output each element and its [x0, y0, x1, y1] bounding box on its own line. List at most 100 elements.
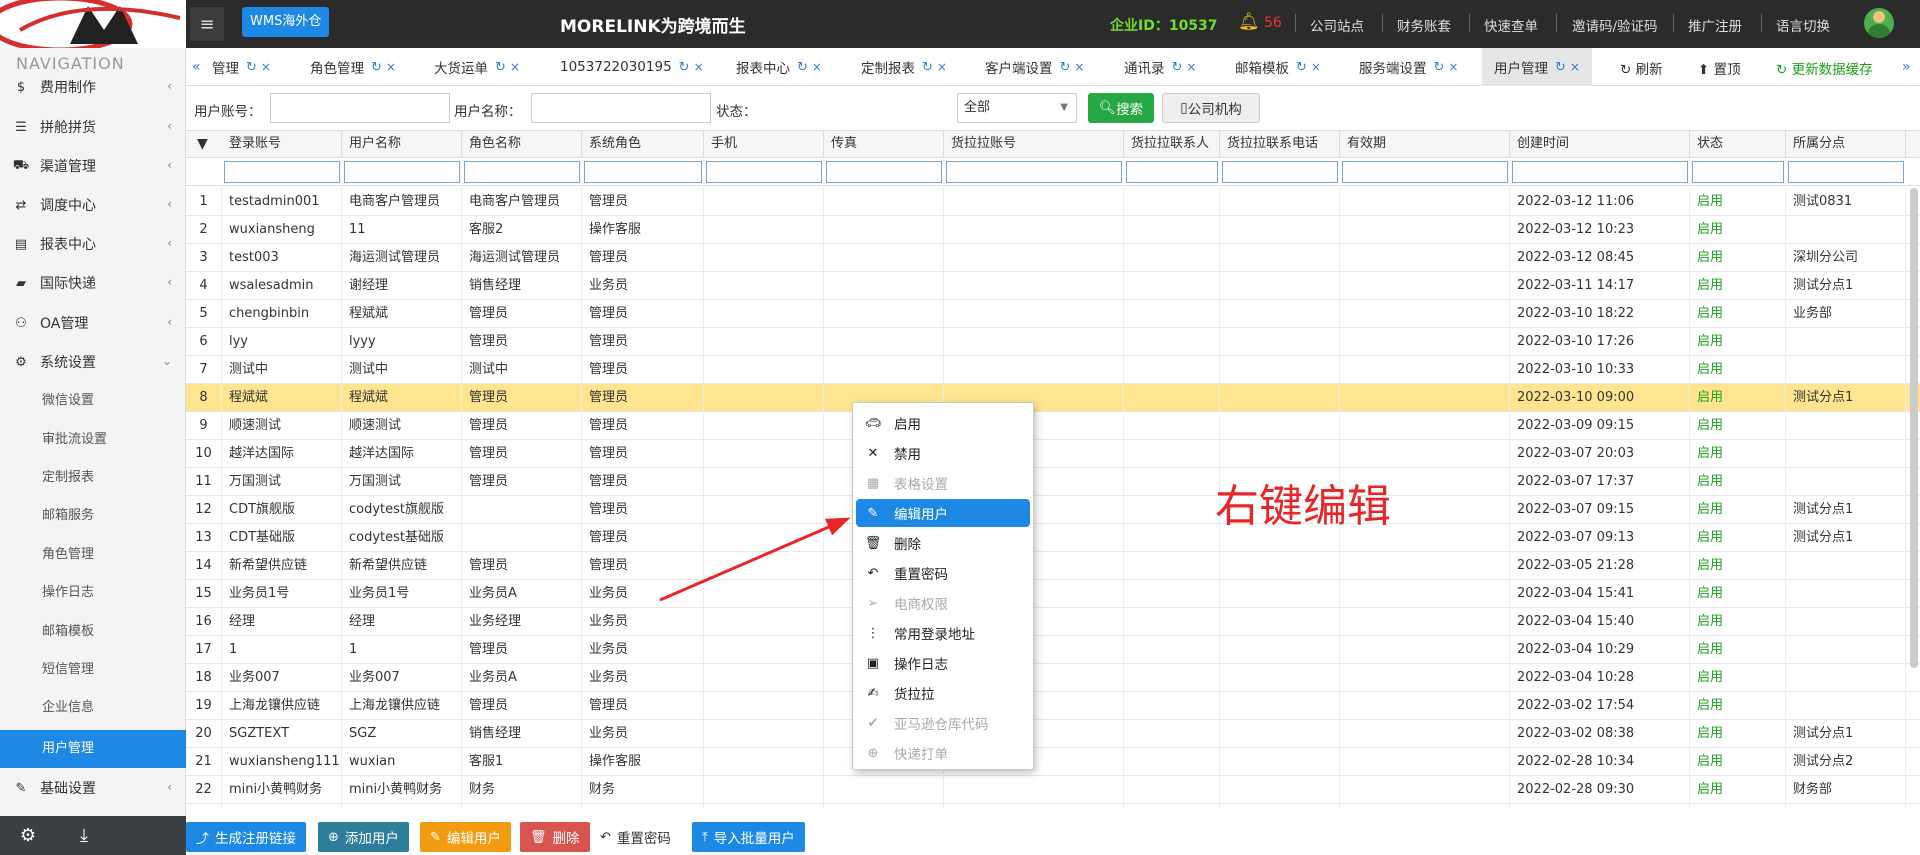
column-filter-input[interactable]: [1788, 161, 1904, 183]
refresh-icon[interactable]: ↻: [1060, 60, 1071, 75]
tab-client-settings[interactable]: 客户端设置 ↻ ×: [985, 48, 1084, 86]
sidebar-sub-sms[interactable]: 短信管理: [0, 651, 186, 689]
table-row[interactable]: 15 业务员1号 业务员1号 业务员A 业务员 2022-03-04 15:41 启用: [186, 580, 1920, 608]
close-icon[interactable]: ×: [1311, 60, 1321, 74]
context-menu-item[interactable]: ⋮ 常用登录地址: [856, 619, 1030, 647]
search-button[interactable]: 🔍︎ 搜索: [1088, 93, 1154, 123]
table-row[interactable]: 20 SGZTEXT SGZ 销售经理 业务员 2022-03-02 08:38 启用 测试分…: [186, 720, 1920, 748]
sidebar-item-fee[interactable]: $ 费用制作 ‹: [0, 76, 186, 106]
refresh-icon[interactable]: ↻: [1434, 60, 1445, 75]
column-header[interactable]: 有效期: [1340, 131, 1510, 159]
vertical-scrollbar[interactable]: [1910, 188, 1918, 668]
column-header[interactable]: 传真: [824, 131, 944, 159]
context-menu-item[interactable]: ✕ 禁用: [856, 439, 1030, 467]
column-filter-input[interactable]: [1512, 161, 1688, 183]
tab-manage[interactable]: 管理 ↻ ×: [212, 48, 271, 86]
table-row[interactable]: 5 chengbinbin 程斌斌 管理员 管理员 2022-03-10 18:22 启用业…: [186, 300, 1920, 328]
close-icon[interactable]: ×: [386, 60, 396, 74]
table-row[interactable]: 1 testadmin001 电商客户管理员 电商客户管理员 管理员 2022-03-12…: [186, 188, 1920, 216]
close-icon[interactable]: ×: [1074, 60, 1084, 74]
account-input[interactable]: [270, 93, 450, 123]
table-row[interactable]: 23mini小黄鸭客服mini小黄鸭客服客服操作客服2022-02-28 09:…: [186, 804, 1920, 808]
refresh-icon[interactable]: ↻: [246, 60, 257, 75]
table-row[interactable]: 7 测试中 测试中 测试中 管理员 2022-03-10 10:33 启用: [186, 356, 1920, 384]
action-button[interactable]: ⤴ 生成注册链接: [186, 822, 307, 852]
context-menu-item[interactable]: ▣ 操作日志: [856, 649, 1030, 677]
close-icon[interactable]: ×: [1570, 60, 1580, 74]
tab-scroll-right-icon[interactable]: »: [1902, 48, 1911, 86]
topmenu-promo[interactable]: 推广注册: [1688, 15, 1742, 35]
context-menu-item[interactable]: ✍ 货拉拉: [856, 679, 1030, 707]
table-row[interactable]: 22 mini小黄鸭财务 mini小黄鸭财务 财务 财务 2022-02-28 09:30…: [186, 776, 1920, 804]
sidebar-sub-wechat[interactable]: 微信设置: [0, 382, 186, 420]
column-header[interactable]: 登录账号: [222, 131, 342, 159]
column-header[interactable]: 货拉拉联系人: [1124, 131, 1220, 159]
avatar[interactable]: [1864, 8, 1894, 38]
sidebar-item-channel[interactable]: ⛟ 渠道管理 ‹: [0, 147, 186, 185]
tab-custom-report[interactable]: 定制报表 ↻ ×: [861, 48, 947, 86]
close-icon[interactable]: ×: [694, 60, 704, 74]
column-header[interactable]: 用户名称: [342, 131, 462, 159]
wms-tag-button[interactable]: WMS海外仓: [242, 7, 330, 37]
refresh-icon[interactable]: ↻: [371, 60, 382, 75]
sidebar-sub-custom-report[interactable]: 定制报表: [0, 459, 186, 497]
column-header[interactable]: 手机: [704, 131, 824, 159]
download-icon[interactable]: ⤓: [56, 816, 112, 855]
tab-roles[interactable]: 角色管理 ↻ ×: [310, 48, 396, 86]
bell-icon[interactable]: 🔔︎: [1238, 12, 1260, 32]
close-icon[interactable]: ×: [510, 60, 520, 74]
column-filter-input[interactable]: [464, 161, 580, 183]
tab-waybill-number[interactable]: 1053722030195 ↻ ×: [560, 48, 704, 86]
close-icon[interactable]: ×: [261, 60, 271, 74]
sidebar-item-consolidation[interactable]: ☰ 拼舱拼货 ‹: [0, 108, 186, 146]
sidebar-item-dispatch[interactable]: ⇄ 调度中心 ‹: [0, 186, 186, 224]
refresh-icon[interactable]: ↻: [1296, 60, 1307, 75]
tab-bulk-waybill[interactable]: 大货运单 ↻ ×: [434, 48, 520, 86]
tab-report-center[interactable]: 报表中心 ↻ ×: [736, 48, 822, 86]
sidebar-item-basic[interactable]: ✎ 基础设置 ‹: [0, 769, 186, 807]
topmenu-language[interactable]: 语言切换: [1776, 15, 1830, 35]
column-header[interactable]: 创建时间: [1510, 131, 1690, 159]
column-filter-input[interactable]: [1222, 161, 1338, 183]
name-input[interactable]: [531, 93, 711, 123]
action-button[interactable]: ✎ 编辑用户: [420, 822, 511, 852]
table-row[interactable]: 19 上海龙镶供应链 上海龙镶供应链 管理员 管理员 2022-03-02 17:54 启用: [186, 692, 1920, 720]
sidebar-item-express[interactable]: ▰ 国际快递 ‹: [0, 264, 186, 302]
action-button[interactable]: ⊕ 添加用户: [318, 822, 409, 852]
sidebar-sub-users[interactable]: 用户管理: [0, 730, 186, 768]
tab-scroll-left-icon[interactable]: «: [192, 48, 201, 86]
close-icon[interactable]: ×: [937, 60, 947, 74]
column-filter-input[interactable]: [1342, 161, 1508, 183]
refresh-icon[interactable]: ↻: [679, 60, 690, 75]
sidebar-sub-roles[interactable]: 角色管理: [0, 536, 186, 574]
topmenu-invite-code[interactable]: 邀请码/验证码: [1572, 15, 1658, 35]
action-button[interactable]: ↶ 重置密码: [590, 822, 681, 852]
column-filter-input[interactable]: [224, 161, 340, 183]
refresh-icon[interactable]: ↻: [797, 60, 808, 75]
table-row[interactable]: 13 CDT基础版 codytest基础版 管理员 2022-03-07 09:13 启用…: [186, 524, 1920, 552]
column-header[interactable]: 货拉拉账号: [944, 131, 1124, 159]
refresh-icon[interactable]: ↻: [1172, 60, 1183, 75]
table-row[interactable]: 3 test003 海运测试管理员 海运测试管理员 管理员 2022-03-12 08:4…: [186, 244, 1920, 272]
column-header[interactable]: 所属分点: [1786, 131, 1906, 159]
action-button[interactable]: ⤒ 导入批量用户: [692, 822, 805, 852]
column-filter-input[interactable]: [1126, 161, 1218, 183]
close-icon[interactable]: ×: [812, 60, 822, 74]
settings-icon[interactable]: ⚙: [0, 816, 56, 855]
table-row[interactable]: 18 业务007 业务007 业务员A 业务员 2022-03-04 10:28 启用: [186, 664, 1920, 692]
column-header[interactable]: 角色名称: [462, 131, 582, 159]
action-button[interactable]: 🗑︎ 删除: [520, 822, 590, 852]
sidebar-sub-mail-template[interactable]: 邮箱模板: [0, 613, 186, 651]
refresh-icon[interactable]: ↻: [495, 60, 506, 75]
close-icon[interactable]: ×: [1448, 60, 1458, 74]
table-row[interactable]: 9 顺速测试 顺速测试 管理员 管理员 2022-03-09 09:15 启用: [186, 412, 1920, 440]
close-icon[interactable]: ×: [1186, 60, 1196, 74]
table-row[interactable]: 10 越洋达国际 越洋达国际 管理员 管理员 2022-03-07 20:03 启用: [186, 440, 1920, 468]
table-row[interactable]: 8 程斌斌 程斌斌 管理员 管理员 2022-03-10 09:00 启用 测试分点1: [186, 384, 1920, 412]
context-menu-item[interactable]: ↶ 重置密码: [856, 559, 1030, 587]
sidebar-item-reports[interactable]: ▤ 报表中心 ‹: [0, 225, 186, 263]
column-header[interactable]: 货拉拉联系电话: [1220, 131, 1340, 159]
sidebar-item-oa[interactable]: ⚇ OA管理 ‹: [0, 304, 186, 342]
table-row[interactable]: 4 wsalesadmin 谢经理 销售经理 业务员 2022-03-11 14:17 启用…: [186, 272, 1920, 300]
table-row[interactable]: 12 CDT旗舰版 codytest旗舰版 管理员 2022-03-07 09:15 启用…: [186, 496, 1920, 524]
